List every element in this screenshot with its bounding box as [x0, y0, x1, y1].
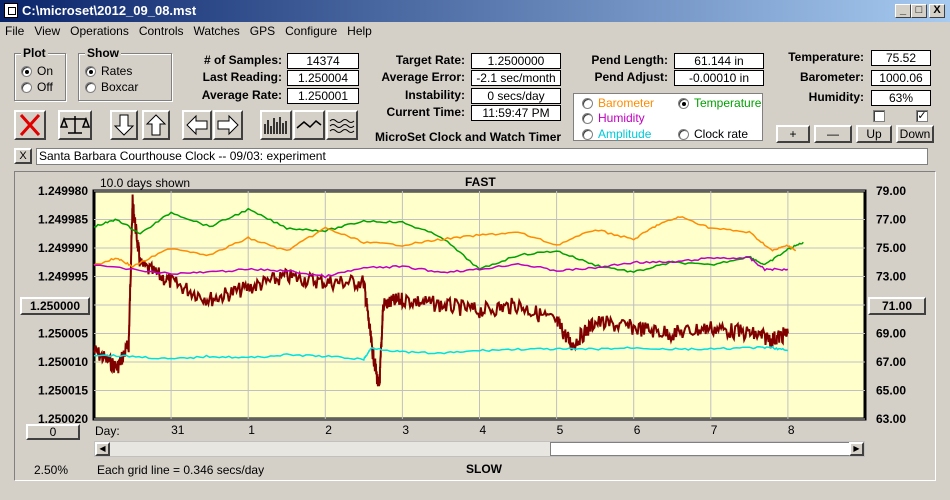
right-axis-tick: 73.00 — [876, 270, 906, 284]
x-axis-tick: 4 — [480, 423, 487, 437]
bottom-zero-button[interactable]: 0 — [26, 424, 80, 440]
left-axis-tick: 1.249990 — [38, 241, 88, 255]
x-axis-tick: 3 — [402, 423, 409, 437]
left-axis-tick: 1.250010 — [38, 355, 88, 369]
right-axis-tick: 69.00 — [876, 327, 906, 341]
right-axis-tick: 77.00 — [876, 213, 906, 227]
x-axis-tick: 8 — [788, 423, 795, 437]
day-axis-label: Day: — [95, 424, 120, 438]
x-axis-tick: 2 — [325, 423, 332, 437]
right-axis-tick: 63.00 — [876, 412, 906, 426]
slow-label: SLOW — [466, 462, 502, 476]
rate-chart: 1.249980 79.00 1.249985 77.00 1.249990 75.00 1… — [38, 184, 906, 437]
right-center-button[interactable]: 71.00 — [868, 297, 926, 315]
x-axis-tick: 7 — [711, 423, 718, 437]
right-axis-tick: 79.00 — [876, 184, 906, 198]
grid-note: Each grid line = 0.346 secs/day — [97, 463, 265, 477]
fast-label: FAST — [465, 175, 496, 189]
days-shown: 10.0 days shown — [100, 176, 191, 190]
scroll-thumb[interactable] — [550, 442, 850, 456]
left-axis-tick: 1.250015 — [38, 384, 88, 398]
right-axis-tick: 75.00 — [876, 241, 906, 255]
zoom-percent: 2.50% — [34, 463, 69, 477]
left-axis-tick: 1.250005 — [38, 327, 88, 341]
right-axis-tick: 67.00 — [876, 355, 906, 369]
horizontal-scrollbar[interactable]: ◀ ▶ — [94, 441, 865, 457]
right-axis-tick: 65.00 — [876, 384, 906, 398]
x-axis-tick: 5 — [557, 423, 564, 437]
scroll-left-icon[interactable]: ◀ — [95, 442, 110, 456]
x-axis-tick: 1 — [248, 423, 255, 437]
left-axis-tick: 1.249985 — [38, 213, 88, 227]
left-axis-tick: 1.249995 — [38, 270, 88, 284]
left-axis-tick: 1.249980 — [38, 184, 88, 198]
x-axis-tick: 31 — [171, 423, 185, 437]
x-axis-tick: 6 — [634, 423, 641, 437]
left-center-button[interactable]: 1.250000 — [20, 297, 90, 315]
scroll-right-icon[interactable]: ▶ — [849, 442, 864, 456]
